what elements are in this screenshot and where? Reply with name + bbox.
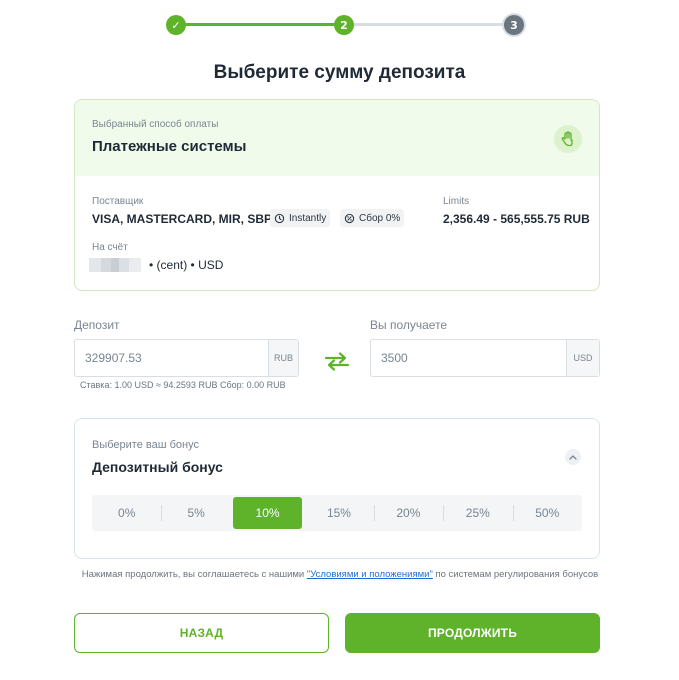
receive-input[interactable]: 3500 USD (370, 339, 600, 377)
chevron-up-icon (569, 455, 577, 460)
payment-method-header: Выбранный способ оплаты Платежные систем… (75, 100, 599, 176)
bonus-option-50[interactable]: 50% (512, 497, 582, 529)
account-label: На счёт (92, 242, 128, 253)
clock-icon (274, 213, 285, 223)
terms-text-before: Нажимая продолжить, вы соглашаетесь с на… (81, 569, 307, 580)
stepper-line-completed (176, 23, 344, 26)
fee-chip-label: Сбор 0% (359, 212, 401, 224)
bonus-option-0[interactable]: 0% (92, 497, 161, 529)
limits-value: 2,356.49 - 565,555.75 RUB (443, 212, 590, 226)
payment-method-name: Платежные системы (92, 138, 247, 155)
redacted-account-number (89, 258, 141, 272)
step-2-indicator: 2 (334, 15, 354, 35)
receive-value[interactable]: 3500 (371, 340, 566, 376)
payment-method-label: Выбранный способ оплаты (92, 119, 219, 130)
fee-chip: Сбор 0% (340, 209, 405, 227)
account-row: • (cent) • USD (89, 258, 223, 272)
bonus-option-15[interactable]: 15% (304, 497, 373, 529)
deposit-input[interactable]: 329907.53 RUB (74, 339, 299, 377)
bonus-title: Депозитный бонус (92, 459, 223, 475)
provider-value: VISA, MASTERCARD, MIR, SBP (92, 212, 273, 226)
exchange-rate-text: Ставка: 1.00 USD ≈ 94.2593 RUB Сбор: 0.0… (80, 380, 286, 390)
account-value: • (cent) • USD (149, 258, 224, 272)
bonus-option-5[interactable]: 5% (161, 497, 230, 529)
page-title: Выберите сумму депозита (213, 62, 466, 83)
bonus-option-25[interactable]: 25% (443, 497, 512, 529)
deposit-label: Депозит (74, 318, 120, 332)
terms-link[interactable]: "Условиями и положениями" (307, 569, 433, 580)
receive-currency: USD (566, 340, 599, 376)
terms-text-after: по системам регулирования бонусов (432, 569, 599, 580)
hand-icon (554, 125, 582, 153)
bonus-percent-selector: 0% 5% 10% 15% 20% 25% 50% (92, 495, 582, 531)
terms-notice: Нажимая продолжить, вы соглашаетесь с на… (74, 566, 606, 584)
progress-stepper: ✓ 2 3 (166, 14, 526, 36)
collapse-button[interactable] (565, 449, 581, 465)
percent-icon (344, 213, 355, 223)
payment-method-card: Выбранный способ оплаты Платежные систем… (74, 99, 600, 291)
provider-label: Поставщик (92, 196, 144, 207)
swap-arrows-icon[interactable] (323, 350, 351, 372)
limits-label: Limits (443, 196, 470, 207)
bonus-option-20[interactable]: 20% (373, 497, 443, 529)
step-1-check-icon: ✓ (166, 15, 186, 35)
bonus-option-10[interactable]: 10% (232, 497, 303, 529)
deposit-currency: RUB (268, 340, 298, 376)
stepper-line-pending (344, 23, 514, 26)
step-3-indicator: 3 (504, 15, 524, 35)
deposit-value[interactable]: 329907.53 (75, 340, 268, 376)
continue-button[interactable]: ПРОДОЛЖИТЬ (345, 613, 600, 653)
back-button[interactable]: НАЗАД (74, 613, 329, 653)
bonus-label: Выберите ваш бонус (92, 439, 199, 451)
speed-chip-label: Instantly (289, 212, 327, 224)
payment-method-details: Поставщик VISA, MASTERCARD, MIR, SBP Ins… (75, 176, 599, 290)
speed-chip: Instantly (270, 209, 331, 227)
bonus-card: Выберите ваш бонус Депозитный бонус 0% 5… (74, 418, 600, 559)
receive-label: Вы получаете (370, 318, 448, 332)
